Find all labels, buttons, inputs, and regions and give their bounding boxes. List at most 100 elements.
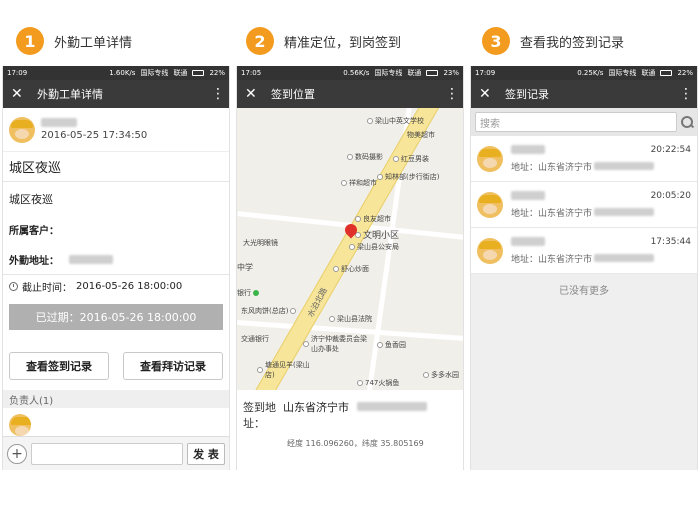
view-checkin-records-button[interactable]: 查看签到记录 bbox=[9, 352, 109, 380]
step-number-badge: 1 bbox=[16, 27, 44, 55]
map-poi: 大光明眼镜 bbox=[243, 239, 278, 247]
blurred-username bbox=[511, 145, 545, 154]
status-time: 17:09 bbox=[475, 69, 496, 77]
battery-icon bbox=[660, 70, 673, 76]
close-icon[interactable]: ✕ bbox=[245, 86, 265, 102]
step-3-header: 3 查看我的签到记录 bbox=[482, 26, 624, 56]
owner-section-header: 负责人(1) bbox=[3, 390, 229, 408]
battery-icon bbox=[426, 70, 439, 76]
checkin-address-value: 山东省济宁市 bbox=[283, 400, 457, 432]
record-time: 20:05:20 bbox=[650, 190, 691, 201]
blurred-username bbox=[511, 237, 545, 246]
battery-level: 22% bbox=[209, 69, 225, 77]
battery-level: 23% bbox=[443, 69, 459, 77]
app-bar-title: 签到位置 bbox=[271, 88, 315, 101]
avatar bbox=[477, 191, 503, 218]
avatar bbox=[477, 237, 503, 264]
network-label: 国际专线 bbox=[374, 69, 403, 77]
list-footer-area: 已没有更多 bbox=[471, 274, 697, 470]
address-label: 外勤地址： bbox=[9, 255, 59, 267]
battery-level: 22% bbox=[677, 69, 693, 77]
plus-icon[interactable]: + bbox=[7, 443, 27, 464]
map-poi: 济宁仲裁委员会梁山办事处 bbox=[303, 334, 373, 354]
customer-label: 所属客户： bbox=[9, 225, 59, 237]
map-view[interactable]: 水泊北路 梁山中英文学校 物美超市 数码摄影 红豆男装 祥和超市 知林部(步行街… bbox=[237, 108, 463, 390]
list-item[interactable]: 20:22:54 地址：山东省济宁市 bbox=[471, 136, 697, 182]
checkin-coordinates: 经度 116.096260，纬度 35.805169 bbox=[287, 439, 424, 448]
app-bar: ✕ 签到记录 ⋮ bbox=[471, 80, 697, 108]
map-poi: 红豆男装 bbox=[393, 154, 429, 164]
map-poi: 舒心炒面 bbox=[333, 264, 369, 274]
view-visit-records-button[interactable]: 查看拜访记录 bbox=[123, 352, 223, 380]
app-bar-title: 签到记录 bbox=[505, 88, 549, 101]
carrier-label: 联通 bbox=[641, 69, 656, 77]
map-poi: 747火锅鱼 bbox=[357, 378, 399, 388]
expired-status-bar: 已过期：2016-05-26 18:00:00 bbox=[9, 304, 223, 330]
network-label: 国际专线 bbox=[140, 69, 169, 77]
map-poi: 梁山中英文学校 bbox=[367, 116, 424, 126]
action-buttons: 查看签到记录 查看拜访记录 bbox=[3, 352, 229, 380]
more-menu-icon[interactable]: ⋮ bbox=[445, 86, 459, 102]
map-poi: 良友超市 bbox=[355, 214, 391, 224]
network-speed: 0.25K/s bbox=[577, 69, 604, 77]
record-address: 地址：山东省济宁市 bbox=[511, 206, 691, 219]
record-time: 17:35:44 bbox=[650, 236, 691, 247]
battery-icon bbox=[192, 70, 205, 76]
avatar bbox=[9, 414, 31, 436]
work-order-title: 城区夜巡 bbox=[3, 152, 229, 182]
deadline-row: 截止时间： 2016-05-26 18:00:00 bbox=[3, 274, 229, 298]
status-bar: 17:09 1.60K/s 国际专线 联通 22% bbox=[3, 66, 229, 80]
map-poi: 东风肉饼(总店) bbox=[241, 306, 297, 316]
map-poi: 文明小区 bbox=[355, 228, 399, 241]
app-bar: ✕ 外勤工单详情 ⋮ bbox=[3, 80, 229, 108]
list-item[interactable]: 17:35:44 地址：山东省济宁市 bbox=[471, 228, 697, 274]
comment-bar: + 发 表 bbox=[3, 436, 229, 470]
search-input[interactable]: 搜索 bbox=[475, 112, 677, 132]
map-poi: 银行 bbox=[237, 288, 259, 298]
status-bar: 17:09 0.25K/s 国际专线 联通 22% bbox=[471, 66, 697, 80]
no-more-text: 已没有更多 bbox=[559, 285, 609, 297]
map-poi: 梁山县公安局 bbox=[349, 242, 399, 252]
map-poi: 中学 bbox=[237, 263, 253, 272]
carrier-label: 联通 bbox=[173, 69, 188, 77]
blurred-address bbox=[69, 254, 113, 264]
map-poi: 祥和超市 bbox=[341, 178, 377, 188]
step-number-badge: 3 bbox=[482, 27, 510, 55]
phone-checkin-location: 17:05 0.56K/s 国际专线 联通 23% ✕ 签到位置 ⋮ 水泊北路 … bbox=[236, 66, 464, 470]
list-item[interactable]: 20:05:20 地址：山东省济宁市 bbox=[471, 182, 697, 228]
blurred-username bbox=[511, 191, 545, 200]
step-2-header: 2 精准定位，到岗签到 bbox=[246, 26, 401, 56]
app-bar-title: 外勤工单详情 bbox=[37, 88, 103, 101]
close-icon[interactable]: ✕ bbox=[11, 86, 31, 102]
phone-work-order-detail: 17:09 1.60K/s 国际专线 联通 22% ✕ 外勤工单详情 ⋮ 201… bbox=[2, 66, 230, 470]
search-bar: 搜索 bbox=[471, 108, 697, 136]
customer-row: 所属客户： bbox=[3, 214, 229, 244]
checkin-address-panel: 签到地址： 山东省济宁市 经度 116.096260，纬度 35.805169 bbox=[237, 390, 463, 459]
record-address: 地址：山东省济宁市 bbox=[511, 160, 691, 173]
tutorial-page: 1 外勤工单详情 2 精准定位，到岗签到 3 查看我的签到记录 17:09 1.… bbox=[0, 0, 700, 520]
address-row: 外勤地址： bbox=[3, 244, 229, 274]
more-menu-icon[interactable]: ⋮ bbox=[679, 86, 693, 102]
carrier-label: 联通 bbox=[407, 69, 422, 77]
clock-icon bbox=[9, 282, 18, 291]
blurred-username bbox=[41, 118, 77, 127]
map-poi: 物美超市 bbox=[407, 131, 435, 139]
app-bar: ✕ 签到位置 ⋮ bbox=[237, 80, 463, 108]
status-time: 17:09 bbox=[7, 69, 28, 77]
avatar bbox=[477, 145, 503, 172]
avatar bbox=[9, 116, 35, 143]
comment-input[interactable] bbox=[31, 442, 183, 465]
record-time: 20:22:54 bbox=[650, 144, 691, 155]
record-address: 地址：山东省济宁市 bbox=[511, 252, 691, 265]
creator-info: 2016-05-25 17:34:50 bbox=[3, 108, 229, 152]
search-icon[interactable] bbox=[681, 116, 693, 128]
map-poi: 交通银行 bbox=[241, 335, 269, 343]
send-button[interactable]: 发 表 bbox=[187, 442, 225, 465]
map-poi: 梁山县法院 bbox=[329, 314, 372, 324]
more-menu-icon[interactable]: ⋮ bbox=[211, 86, 225, 102]
map-poi: 数码摄影 bbox=[347, 152, 383, 162]
map-poi: 塘通见羊(梁山店) bbox=[257, 360, 317, 380]
map-poi: 知林部(步行街店) bbox=[377, 172, 439, 182]
step-number-badge: 2 bbox=[246, 27, 274, 55]
close-icon[interactable]: ✕ bbox=[479, 86, 499, 102]
